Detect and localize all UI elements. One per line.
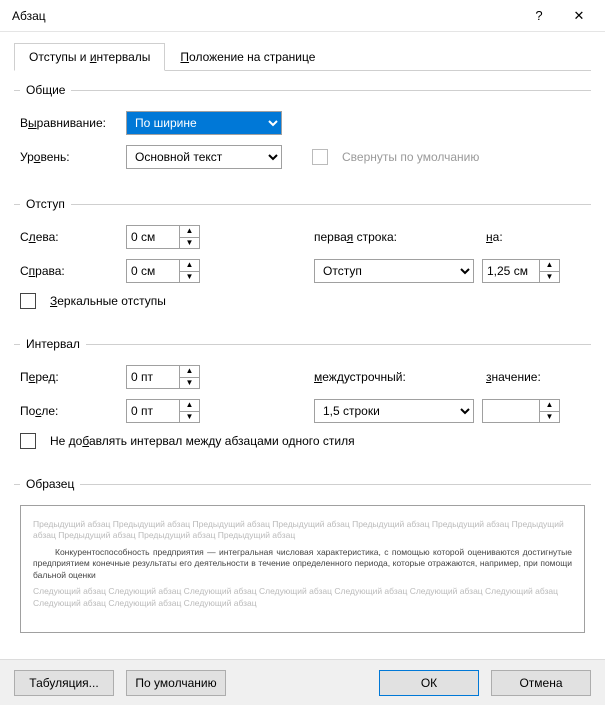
label-alignment: Выравнивание:	[20, 116, 118, 130]
label-indent-right: Справа:	[20, 264, 118, 278]
tab-strip: Отступы и интервалы Положение на страниц…	[14, 42, 591, 71]
label-spacing-value: значение:	[486, 370, 541, 384]
spinner-up-icon[interactable]: ▲	[180, 260, 199, 272]
spinner-up-icon[interactable]: ▲	[540, 260, 559, 272]
spinner-indent-right[interactable]: ▲▼	[126, 259, 200, 283]
select-line-spacing[interactable]: 1,5 строки	[314, 399, 474, 423]
spinner-indent-left[interactable]: ▲▼	[126, 225, 200, 249]
spinner-up-icon[interactable]: ▲	[180, 400, 199, 412]
titlebar: Абзац ? ✕	[0, 0, 605, 32]
preview-box: Предыдущий абзац Предыдущий абзац Предыд…	[20, 505, 585, 633]
spinner-down-icon[interactable]: ▼	[540, 412, 559, 423]
label-level: Уровень:	[20, 150, 118, 164]
button-cancel[interactable]: Отмена	[491, 670, 591, 696]
spinner-up-icon[interactable]: ▲	[180, 366, 199, 378]
button-default[interactable]: По умолчанию	[126, 670, 226, 696]
label-spacing-after: После:	[20, 404, 118, 418]
spinner-up-icon[interactable]: ▲	[540, 400, 559, 412]
select-alignment[interactable]: По ширине	[126, 111, 282, 135]
checkbox-collapsed	[312, 149, 328, 165]
spinner-down-icon[interactable]: ▼	[180, 378, 199, 389]
group-preview: Образец Предыдущий абзац Предыдущий абза…	[14, 477, 591, 633]
spinner-spacing-value[interactable]: ▲▼	[482, 399, 560, 423]
label-no-space-same-style: Не добавлять интервал между абзацами одн…	[50, 434, 355, 448]
window-title: Абзац	[12, 9, 519, 23]
preview-main-text: Конкурентоспособность предприятия — инте…	[33, 547, 572, 581]
spinner-down-icon[interactable]: ▼	[540, 272, 559, 283]
group-spacing: Интервал Перед: ▲▼ междустрочный: значен…	[14, 337, 591, 459]
legend-preview: Образец	[20, 477, 80, 491]
button-ok[interactable]: ОК	[379, 670, 479, 696]
help-button[interactable]: ?	[519, 2, 559, 30]
tab-indents-spacing[interactable]: Отступы и интервалы	[14, 43, 165, 71]
group-general: Общие Выравнивание: По ширине Уровень: О…	[14, 83, 591, 179]
preview-prev-para: Предыдущий абзац Предыдущий абзац Предыд…	[33, 519, 572, 542]
close-button[interactable]: ✕	[559, 2, 599, 30]
legend-spacing: Интервал	[20, 337, 86, 351]
label-indent-by: на:	[486, 230, 503, 244]
label-spacing-before: Перед:	[20, 370, 118, 384]
spinner-spacing-before[interactable]: ▲▼	[126, 365, 200, 389]
label-collapsed: Свернуты по умолчанию	[342, 150, 479, 164]
legend-indent: Отступ	[20, 197, 71, 211]
checkbox-mirror-indents[interactable]	[20, 293, 36, 309]
spinner-down-icon[interactable]: ▼	[180, 412, 199, 423]
label-first-line: первая строка:	[314, 230, 426, 244]
label-mirror-indents: Зеркальные отступы	[50, 294, 166, 308]
spinner-up-icon[interactable]: ▲	[180, 226, 199, 238]
select-first-line[interactable]: Отступ	[314, 259, 474, 283]
label-indent-left: Слева:	[20, 230, 118, 244]
button-tabs[interactable]: Табуляция...	[14, 670, 114, 696]
group-indent: Отступ Слева: ▲▼ первая строка: на: Спра…	[14, 197, 591, 319]
select-level[interactable]: Основной текст	[126, 145, 282, 169]
footer: Табуляция... По умолчанию ОК Отмена	[0, 659, 605, 705]
spinner-spacing-after[interactable]: ▲▼	[126, 399, 200, 423]
spinner-indent-by[interactable]: ▲▼	[482, 259, 560, 283]
legend-general: Общие	[20, 83, 71, 97]
spinner-down-icon[interactable]: ▼	[180, 272, 199, 283]
preview-next-para: Следующий абзац Следующий абзац Следующи…	[33, 586, 572, 609]
spinner-down-icon[interactable]: ▼	[180, 238, 199, 249]
checkbox-no-space-same-style[interactable]	[20, 433, 36, 449]
tab-page-position[interactable]: Положение на странице	[165, 43, 330, 71]
label-line-spacing: междустрочный:	[314, 370, 426, 384]
